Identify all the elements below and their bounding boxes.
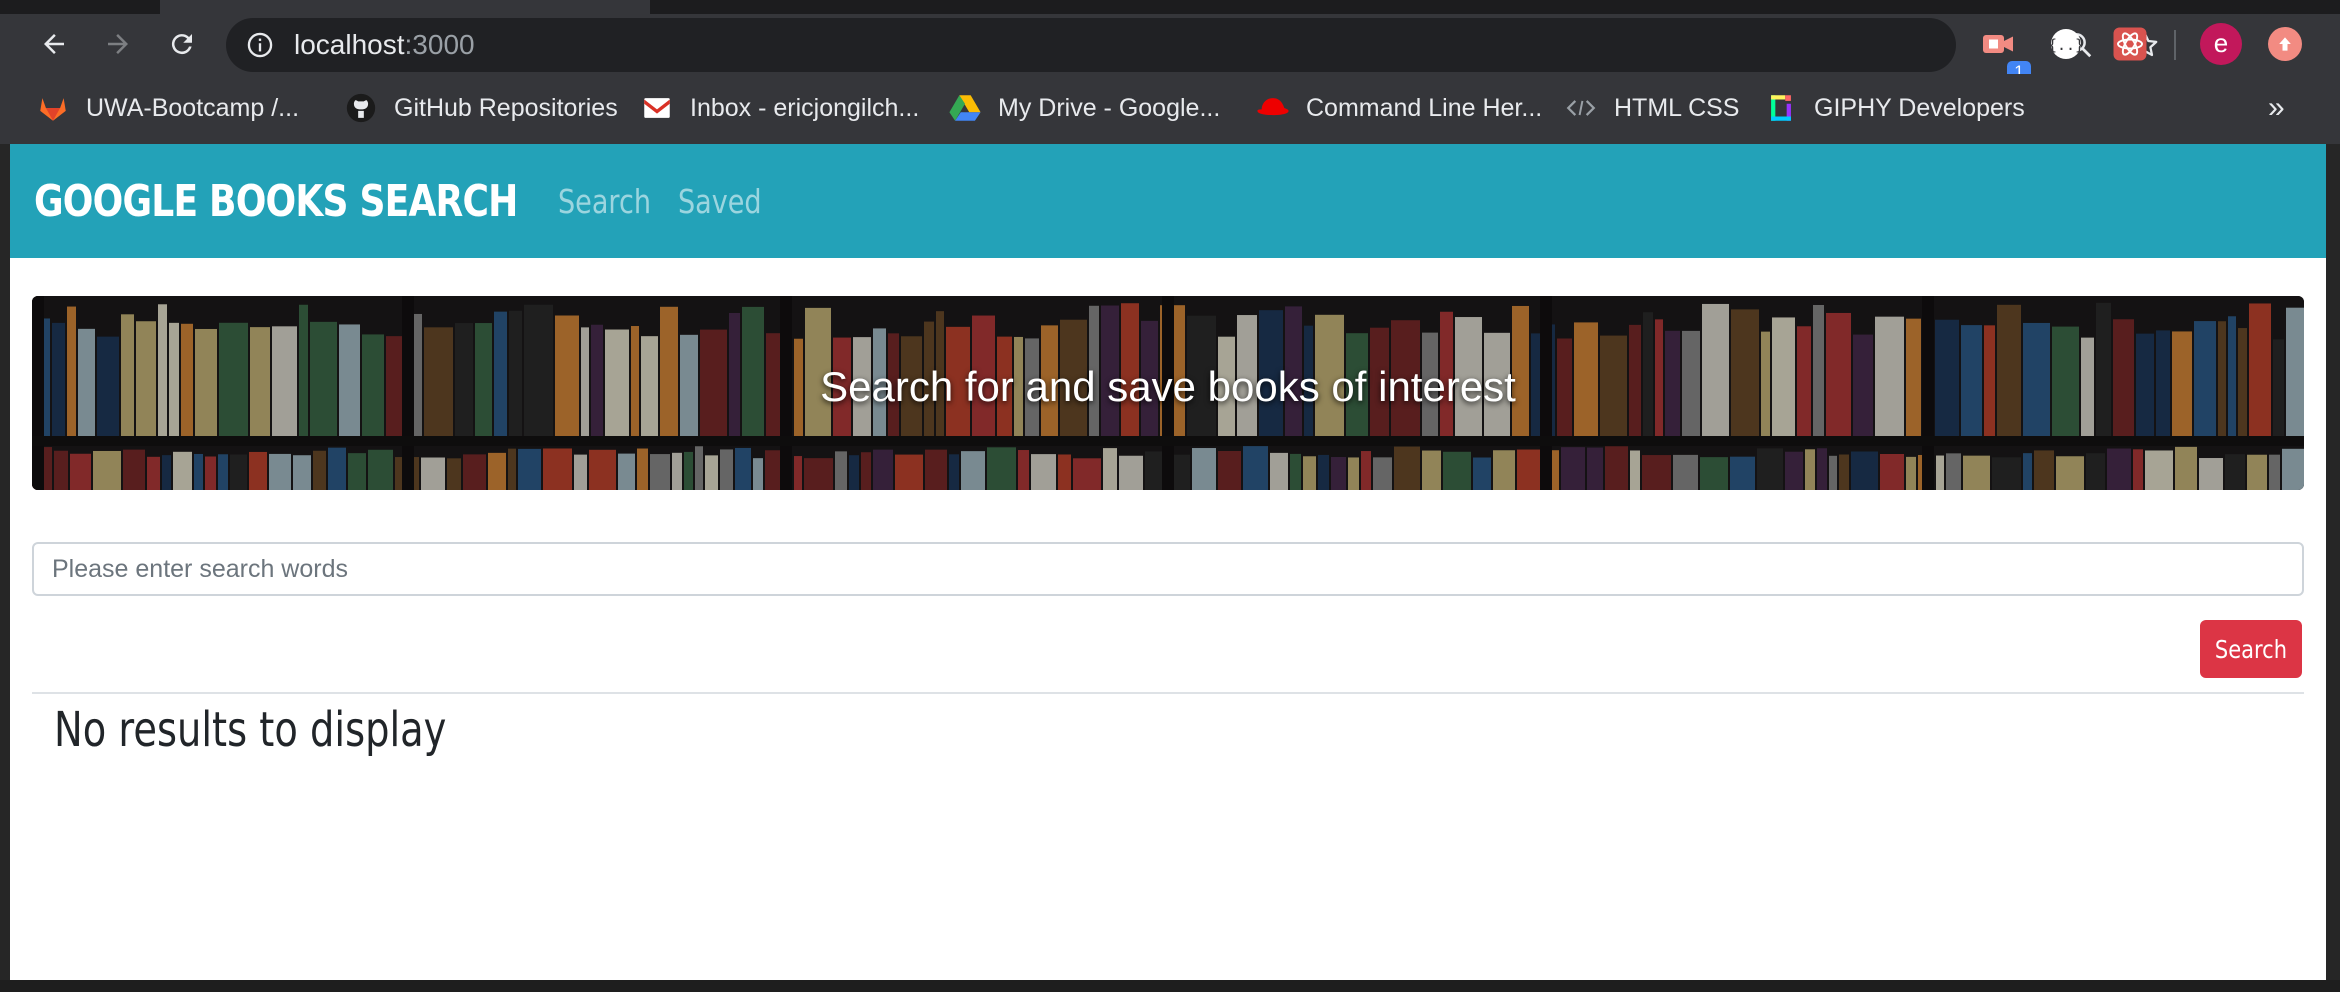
app-navbar: GOOGLE BOOKS SEARCH Search Saved [10,144,2326,258]
gmail-icon [644,98,670,118]
url-port: :3000 [404,29,475,60]
bookmarks-bar: UWA-Bootcamp /... GitHub Repositories In… [0,74,2340,144]
gitlab-icon [40,98,66,121]
forward-button[interactable] [98,24,138,64]
reload-icon [171,34,192,55]
bookmark-label: Command Line Her... [1306,93,1543,122]
jumbotron-heading: Search for and save books of interest [820,363,1516,410]
url-text[interactable]: localhost:3000 [294,30,475,60]
bookmark-giphy[interactable]: GIPHY Developers [1764,90,2025,126]
arrow-left-icon [44,34,64,54]
search-input[interactable] [32,542,2304,596]
github-icon [346,93,376,123]
giphy-icon [1771,95,1791,121]
google-drive-icon [949,95,981,121]
url-host: localhost [294,29,405,60]
arrow-up-icon [2279,37,2291,51]
nav-link-search[interactable]: Search [558,180,651,224]
bookmark-label: My Drive - Google... [998,93,1221,122]
bookmark-html-css[interactable]: HTML CSS [1564,90,1739,126]
tab-strip [0,0,2340,14]
search-button[interactable]: Search [2200,620,2302,678]
bookmark-label: GIPHY Developers [1814,93,2025,122]
reload-button[interactable] [162,24,202,64]
no-results-message: No results to display [54,702,447,758]
bookmarks-overflow-button[interactable]: » [2268,90,2285,126]
bookmark-label: HTML CSS [1614,93,1740,122]
extension-video-icon[interactable] [1980,26,2016,62]
browser-window: localhost:3000 1 {..} e UWA-Bootcamp /..… [0,0,2340,992]
results-divider [32,692,2304,694]
app-brand[interactable]: GOOGLE BOOKS SEARCH [34,174,518,230]
svg-text:{..}: {..} [2048,36,2084,54]
browser-toolbar: localhost:3000 1 {..} e [0,14,2340,83]
active-tab[interactable] [160,0,650,14]
page-viewport: GOOGLE BOOKS SEARCH Search Saved Search … [10,144,2326,980]
code-icon [1566,100,1596,116]
background-window-strip [0,980,2340,992]
update-button[interactable] [2268,27,2302,61]
nav-link-saved[interactable]: Saved [678,180,762,224]
bookmark-label: Inbox - ericjongilch... [690,93,920,122]
back-button[interactable] [34,24,74,64]
jumbotron-banner: Search for and save books of interest [32,296,2304,490]
bookmark-my-drive[interactable]: My Drive - Google... [948,90,1220,126]
arrow-right-icon [108,34,128,54]
bookmark-uwa-bootcamp[interactable]: UWA-Bootcamp /... [36,90,299,126]
redhat-icon [1257,98,1289,116]
info-icon[interactable] [246,31,274,59]
bookmark-label: GitHub Repositories [394,93,618,122]
bookmark-github-repositories[interactable]: GitHub Repositories [344,90,618,126]
extension-react-icon[interactable] [2112,26,2148,62]
bookmark-label: UWA-Bootcamp /... [86,93,300,122]
bookmark-command-line[interactable]: Command Line Her... [1256,90,1542,126]
extension-json-icon[interactable]: {..} [2048,26,2084,62]
bookmark-inbox[interactable]: Inbox - ericjongilch... [640,90,919,126]
profile-avatar[interactable]: e [2200,23,2242,65]
toolbar-divider [2174,30,2176,60]
search-button-label: Search [2214,634,2288,664]
address-bar[interactable]: localhost:3000 [226,18,2158,72]
